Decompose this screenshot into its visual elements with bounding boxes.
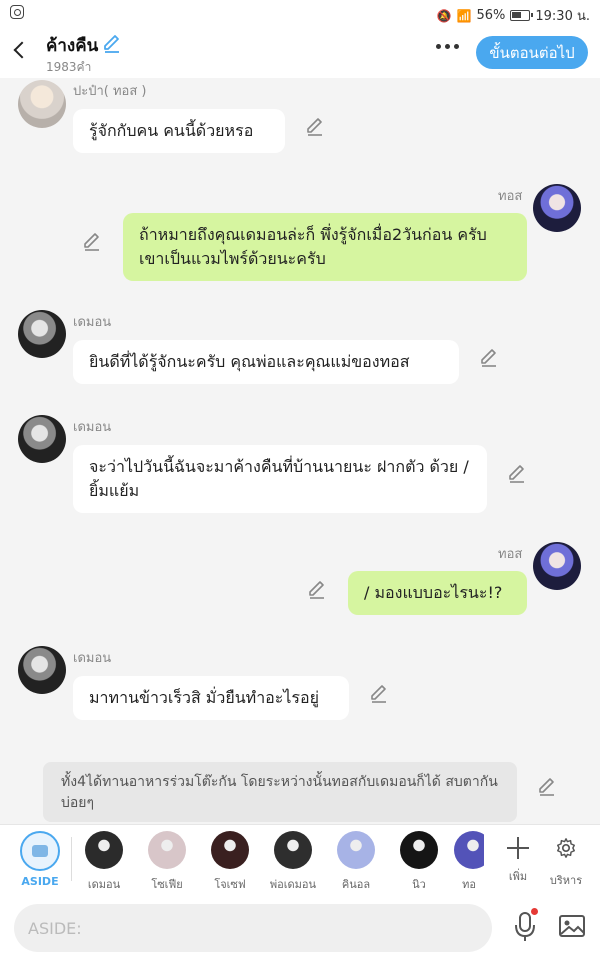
message-input[interactable] bbox=[14, 904, 492, 952]
message-bubble[interactable]: รู้จักกับคน คนนี้ด้วยหรอ bbox=[73, 109, 285, 153]
edit-icon[interactable] bbox=[368, 682, 390, 704]
next-step-button[interactable]: ขั้นตอนต่อไป bbox=[476, 36, 588, 69]
plus-icon bbox=[507, 837, 529, 859]
edit-icon[interactable] bbox=[304, 115, 326, 137]
sender-name: ปะป๋า( ทอส ) bbox=[73, 84, 147, 99]
chat-area[interactable]: ปะป๋า( ทอส ) รู้จักกับคน คนนี้ด้วยหรอ ทอ… bbox=[0, 78, 600, 824]
character-name: โซเฟีย bbox=[151, 878, 183, 891]
character-avatar bbox=[211, 831, 249, 869]
avatar[interactable] bbox=[18, 310, 66, 358]
message-bubble[interactable]: / มองแบบอะไรนะ!? bbox=[348, 571, 527, 615]
edit-icon[interactable] bbox=[306, 578, 328, 600]
character-avatar bbox=[148, 831, 186, 869]
character-name: คินอล bbox=[341, 878, 371, 891]
narration-block[interactable]: ทั้ง4ได้ทานอาหารร่วมโต๊ะกัน โดยระหว่างนั… bbox=[43, 762, 517, 822]
sender-name: ทอส bbox=[498, 547, 523, 562]
character-avatar bbox=[274, 831, 312, 869]
battery-percent: 56% bbox=[476, 8, 506, 23]
sender-name: เดมอน bbox=[73, 651, 112, 666]
word-count: 1983คำ bbox=[46, 60, 92, 74]
avatar[interactable] bbox=[18, 415, 66, 463]
microphone-icon[interactable] bbox=[512, 910, 538, 944]
aside-label: ASIDE bbox=[21, 875, 59, 888]
character-avatar bbox=[454, 831, 484, 869]
recording-dot bbox=[531, 908, 538, 915]
message-bubble[interactable]: มาทานข้าวเร็วสิ มั่วยืนทำอะไรอยู่ bbox=[73, 676, 349, 720]
edit-icon[interactable] bbox=[478, 346, 500, 368]
character-avatar bbox=[400, 831, 438, 869]
message-bubble[interactable]: จะว่าไปวันนี้ฉันจะมาค้างคืนที่บ้านนายนะ … bbox=[73, 445, 487, 513]
manage-label: บริหาร bbox=[549, 874, 583, 887]
wifi-icon: 📶 bbox=[456, 8, 472, 23]
add-character-button[interactable]: เพิ่ม bbox=[504, 831, 532, 885]
avatar[interactable] bbox=[18, 80, 66, 128]
add-label: เพิ่ม bbox=[508, 870, 528, 883]
character-name: ทอ bbox=[462, 878, 476, 891]
character-item[interactable]: เดมอน bbox=[76, 831, 132, 893]
input-bar bbox=[0, 896, 600, 960]
character-avatar bbox=[337, 831, 375, 869]
battery-icon bbox=[510, 10, 534, 21]
aside-button[interactable]: ASIDE bbox=[18, 831, 62, 888]
character-name: เดมอน bbox=[87, 878, 121, 891]
avatar[interactable] bbox=[533, 542, 581, 590]
more-options-icon[interactable] bbox=[436, 44, 459, 49]
character-name: โจเซฟ bbox=[214, 878, 246, 891]
character-item[interactable]: นิว bbox=[391, 831, 447, 893]
avatar[interactable] bbox=[533, 184, 581, 232]
mute-icon: 🔕 bbox=[436, 8, 452, 23]
sender-name: เดมอน bbox=[73, 420, 112, 435]
title-edit-icon[interactable] bbox=[101, 32, 123, 54]
header: ค้างคืน 1983คำ ขั้นตอนต่อไป bbox=[0, 26, 600, 78]
status-bar: 🔕 📶 56% 19:30 น. bbox=[0, 0, 600, 26]
instagram-icon bbox=[10, 5, 24, 19]
avatar[interactable] bbox=[18, 646, 66, 694]
character-name: พ่อเดมอน bbox=[269, 878, 317, 891]
aside-icon bbox=[20, 831, 60, 871]
character-item[interactable]: ทอ bbox=[454, 831, 484, 893]
image-icon[interactable] bbox=[558, 913, 586, 939]
sender-name: เดมอน bbox=[73, 315, 112, 330]
page-title[interactable]: ค้างคืน bbox=[46, 32, 98, 59]
character-item[interactable]: คินอล bbox=[328, 831, 384, 893]
character-avatar bbox=[85, 831, 123, 869]
character-name: นิว bbox=[412, 878, 426, 891]
message-bubble[interactable]: ถ้าหมายถึงคุณเดมอนล่ะก็ พึ่งรู้จักเมื่อ2… bbox=[123, 213, 527, 281]
divider bbox=[71, 837, 72, 881]
character-bar: ASIDE เดมอน โซเฟีย โจเซฟ พ่อเดมอน คินอล นิว ทอ… bbox=[0, 824, 600, 896]
sender-name: ทอส bbox=[498, 189, 523, 204]
character-item[interactable]: พ่อเดมอน bbox=[265, 831, 321, 893]
gear-icon bbox=[557, 838, 575, 858]
manage-button[interactable]: บริหาร bbox=[548, 831, 584, 889]
character-item[interactable]: โจเซฟ bbox=[202, 831, 258, 893]
message-bubble[interactable]: ยินดีที่ได้รู้จักนะครับ คุณพ่อและคุณแม่ข… bbox=[73, 340, 459, 384]
clock: 19:30 น. bbox=[535, 9, 590, 24]
edit-icon[interactable] bbox=[506, 462, 528, 484]
edit-icon[interactable] bbox=[536, 775, 558, 797]
character-item[interactable]: โซเฟีย bbox=[139, 831, 195, 893]
edit-icon[interactable] bbox=[81, 230, 103, 252]
back-icon[interactable] bbox=[10, 38, 28, 62]
